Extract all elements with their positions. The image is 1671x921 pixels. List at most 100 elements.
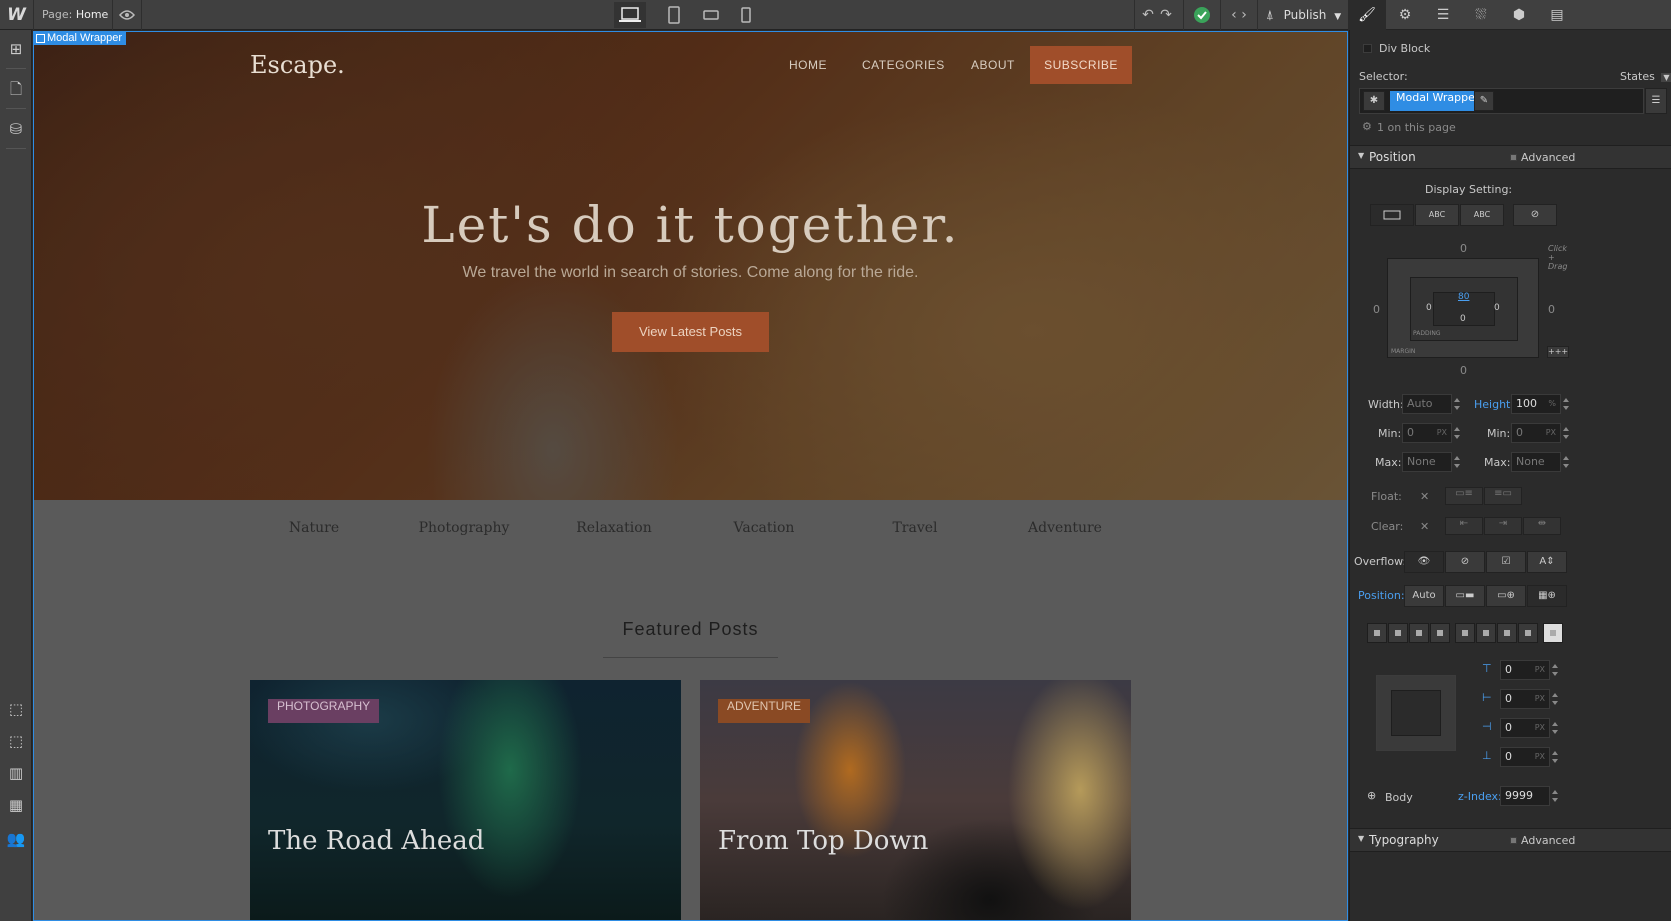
subscribe-button[interactable]: SUBSCRIBE (1030, 46, 1132, 84)
cms-database-icon[interactable]: ⛁ (0, 116, 32, 142)
height-spinner[interactable] (1562, 394, 1570, 414)
saved-status-check-icon[interactable] (1188, 0, 1216, 30)
margin-bottom-value[interactable]: 0 (1460, 364, 1467, 377)
offset-bottom-input[interactable]: 0 PX (1500, 747, 1550, 767)
preset-bottom-right-icon[interactable] (1430, 623, 1450, 643)
category-link[interactable]: Travel (840, 520, 990, 536)
overflow-visible-eye-icon[interactable]: 👁 (1404, 551, 1444, 573)
view-latest-posts-button[interactable]: View Latest Posts (612, 312, 769, 352)
px-unit[interactable]: PX (1437, 424, 1447, 442)
offset-right-spinner[interactable] (1551, 718, 1559, 738)
max-width-spinner[interactable] (1453, 452, 1461, 472)
navigator-icon[interactable]: ☰ (1424, 0, 1462, 30)
offset-bottom-spinner[interactable] (1551, 747, 1559, 767)
height-input[interactable]: 100 % (1511, 394, 1561, 414)
nav-categories-link[interactable]: CATEGORIES (862, 58, 945, 72)
preset-right-icon[interactable] (1476, 623, 1496, 643)
preset-bottom-icon[interactable] (1518, 623, 1538, 643)
min-height-input[interactable]: 0 PX (1511, 423, 1561, 443)
zindex-spinner[interactable] (1551, 786, 1559, 806)
category-link[interactable]: Vacation (689, 520, 839, 536)
post-card[interactable]: ADVENTURE From Top Down (700, 680, 1131, 921)
selected-element-label[interactable]: Modal Wrapper (33, 31, 126, 45)
padding-top-value[interactable]: 80 (1458, 292, 1469, 302)
redo-icon[interactable]: ↷ (1157, 0, 1175, 30)
post-title[interactable]: From Top Down (718, 826, 928, 856)
selector-asterisk-icon[interactable]: ✱ (1363, 91, 1385, 111)
post-title[interactable]: The Road Ahead (268, 826, 484, 856)
overflow-hidden-icon[interactable]: ⊘ (1445, 551, 1485, 573)
clear-left-icon[interactable]: ⇤ (1445, 517, 1483, 535)
clear-none-icon[interactable]: ✕ (1420, 520, 1429, 533)
px-unit[interactable]: PX (1535, 719, 1545, 737)
display-inline-button[interactable]: ABC (1460, 204, 1504, 226)
height-unit[interactable]: % (1548, 395, 1556, 413)
mobile-landscape-view-icon[interactable] (695, 2, 727, 28)
float-left-icon[interactable]: ▭≡ (1445, 487, 1483, 505)
advanced-toggle[interactable] (1510, 837, 1517, 844)
interactions-drops-icon[interactable]: ⛆ (1462, 0, 1500, 30)
edit-pencil-icon[interactable]: ✎ (1474, 91, 1494, 111)
preset-top-right-icon[interactable] (1388, 623, 1408, 643)
hero-headline[interactable]: Let's do it together. (33, 196, 1348, 254)
design-canvas[interactable]: Escape. HOME CATEGORIES ABOUT SUBSCRIBE … (33, 31, 1348, 921)
max-height-spinner[interactable] (1562, 452, 1570, 472)
team-people-icon[interactable]: 👥 (0, 826, 32, 852)
margin-top-value[interactable]: 0 (1460, 242, 1467, 255)
style-brush-icon[interactable]: 🖌 (1348, 0, 1386, 30)
desktop-view-icon[interactable] (614, 2, 646, 28)
offset-right-input[interactable]: 0 PX (1500, 718, 1550, 738)
publish-button[interactable]: ⍋ Publish ▼ (1262, 0, 1341, 30)
offset-left-spinner[interactable] (1551, 689, 1559, 709)
offset-top-spinner[interactable] (1551, 660, 1559, 680)
add-element-icon[interactable]: ⊞ (0, 36, 32, 62)
margin-expand-icon[interactable]: +++ (1547, 346, 1569, 358)
clear-both-icon[interactable]: ⇹ (1523, 517, 1561, 535)
width-spinner[interactable] (1453, 394, 1461, 414)
float-right-icon[interactable]: ≡▭ (1484, 487, 1522, 505)
category-link[interactable]: Nature (239, 520, 389, 536)
post-tag[interactable]: ADVENTURE (718, 699, 811, 723)
margin-left-value[interactable]: 0 (1373, 303, 1380, 316)
states-dropdown[interactable]: States ▼ (1620, 70, 1671, 83)
code-export-icon[interactable]: ‹ › (1225, 0, 1253, 30)
preview-eye-icon[interactable] (115, 0, 139, 30)
tablet-view-icon[interactable] (658, 2, 690, 28)
overflow-scroll-icon[interactable]: ☑ (1486, 551, 1526, 573)
px-unit[interactable]: PX (1546, 424, 1556, 442)
float-none-icon[interactable]: ✕ (1420, 490, 1429, 503)
display-none-icon[interactable]: ⊘ (1513, 204, 1557, 226)
preset-full-icon[interactable] (1543, 623, 1563, 643)
page-selector[interactable]: Page: Home (42, 8, 108, 21)
zindex-input[interactable]: 9999 (1500, 786, 1550, 806)
relative-to-label[interactable]: Body (1385, 791, 1413, 804)
advanced-toggle[interactable] (1510, 154, 1517, 161)
padding-bottom-value[interactable]: 0 (1460, 314, 1466, 324)
position-auto-button[interactable]: Auto (1404, 585, 1444, 607)
select-element-icon[interactable]: ⬚ (0, 696, 32, 722)
category-link[interactable]: Relaxation (539, 520, 689, 536)
symbols-cube-icon[interactable]: ⬢ (1500, 0, 1538, 30)
max-height-input[interactable]: None (1511, 452, 1561, 472)
margin-right-value[interactable]: 0 (1548, 303, 1555, 316)
webflow-logo[interactable]: W (0, 0, 33, 30)
site-brand[interactable]: Escape. (250, 51, 345, 79)
mobile-portrait-view-icon[interactable] (730, 2, 762, 28)
preset-left-icon[interactable] (1455, 623, 1475, 643)
position-relative-icon[interactable]: ▭▬ (1445, 585, 1485, 607)
width-input[interactable]: Auto (1402, 394, 1452, 414)
px-unit[interactable]: PX (1535, 748, 1545, 766)
nav-home-link[interactable]: HOME (789, 58, 827, 72)
offset-top-input[interactable]: 0 PX (1500, 660, 1550, 680)
post-card[interactable]: PHOTOGRAPHY The Road Ahead (250, 680, 681, 921)
preset-top-icon[interactable] (1497, 623, 1517, 643)
min-width-input[interactable]: 0 PX (1402, 423, 1452, 443)
padding-right-value[interactable]: 0 (1494, 303, 1500, 313)
featured-posts-heading[interactable]: Featured Posts (33, 619, 1348, 640)
pages-icon[interactable]: 🗋 (0, 76, 32, 102)
box-model-margin[interactable] (1387, 258, 1539, 358)
hero-section[interactable]: Escape. HOME CATEGORIES ABOUT SUBSCRIBE … (33, 31, 1348, 500)
category-link[interactable]: Adventure (990, 520, 1140, 536)
offset-left-input[interactable]: 0 PX (1500, 689, 1550, 709)
settings-gear-icon[interactable]: ⚙ (1386, 0, 1424, 30)
